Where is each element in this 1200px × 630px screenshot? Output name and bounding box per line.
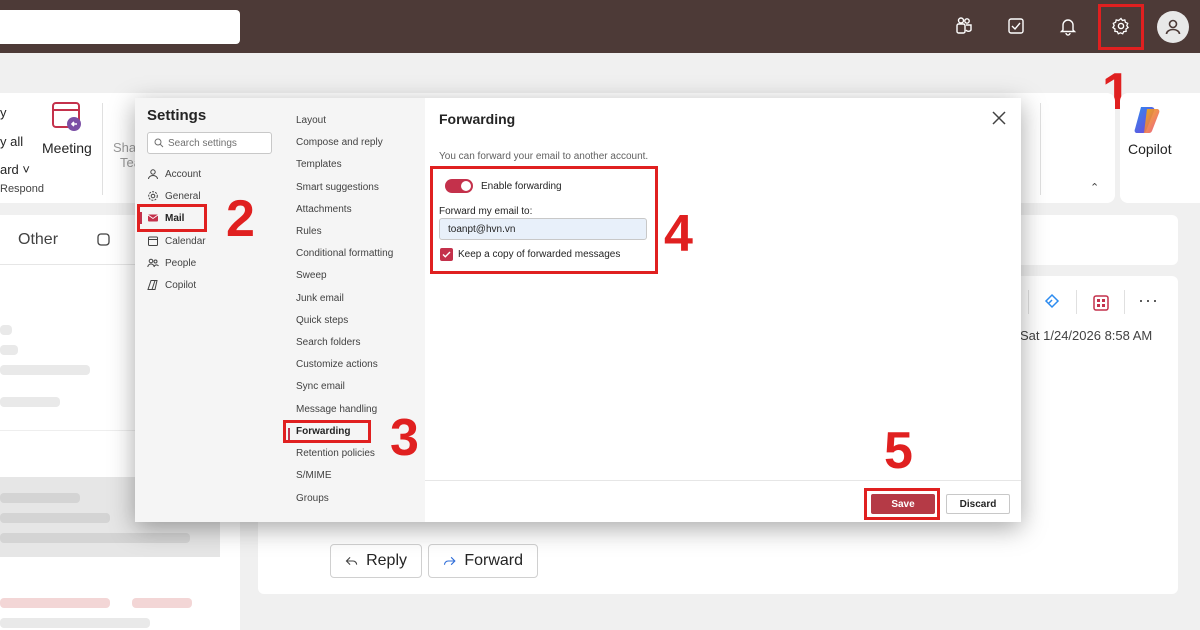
list-item bbox=[0, 493, 80, 503]
forward-icon bbox=[443, 556, 456, 566]
step-4-number: 4 bbox=[664, 205, 693, 263]
toolbar-divider bbox=[1124, 290, 1125, 314]
list-item bbox=[0, 598, 110, 608]
settings-search-placeholder: Search settings bbox=[168, 137, 237, 149]
search-icon bbox=[154, 138, 164, 148]
settings-subitem-junk-email[interactable]: Junk email bbox=[296, 293, 344, 304]
settings-subitem-compose[interactable]: Compose and reply bbox=[296, 137, 383, 148]
list-item bbox=[0, 365, 90, 375]
discard-button[interactable]: Discard bbox=[946, 494, 1010, 514]
settings-category-label: People bbox=[165, 257, 197, 269]
step-5-highlight bbox=[864, 488, 940, 520]
list-item bbox=[0, 325, 12, 335]
settings-subitem-layout[interactable]: Layout bbox=[296, 115, 326, 126]
person-icon bbox=[148, 169, 158, 180]
settings-search-input[interactable]: Search settings bbox=[147, 132, 272, 154]
calendar-icon bbox=[148, 236, 158, 246]
forward-label: Forward bbox=[464, 552, 523, 569]
reply-icon bbox=[345, 556, 358, 566]
step-5-number: 5 bbox=[884, 422, 913, 480]
copilot-icon bbox=[147, 280, 158, 290]
settings-category-label: Account bbox=[165, 168, 202, 180]
settings-subitem-attachments[interactable]: Attachments bbox=[296, 204, 352, 215]
forwarding-description: You can forward your email to another ac… bbox=[439, 151, 649, 162]
settings-subitem-conditional-formatting[interactable]: Conditional formatting bbox=[296, 248, 393, 259]
list-item bbox=[0, 513, 110, 523]
toolbar-divider bbox=[1028, 290, 1029, 314]
todo-icon[interactable] bbox=[1002, 12, 1030, 40]
step-2-highlight bbox=[137, 204, 207, 232]
meeting-icon bbox=[52, 102, 81, 131]
step-3-highlight bbox=[283, 420, 371, 443]
copilot-button[interactable]: Copilot bbox=[1128, 141, 1172, 157]
forward-button[interactable]: Forward bbox=[428, 544, 538, 578]
settings-category-account[interactable]: Account bbox=[147, 165, 201, 183]
close-icon[interactable] bbox=[990, 109, 1008, 127]
step-3-number: 3 bbox=[390, 409, 419, 467]
copilot-logo-icon bbox=[1134, 107, 1160, 133]
addins-icon[interactable] bbox=[1091, 293, 1111, 313]
settings-subitem-sync-email[interactable]: Sync email bbox=[296, 381, 345, 392]
ribbon-meeting-button[interactable]: Meeting bbox=[42, 140, 92, 156]
ribbon-group-respond: Respond bbox=[0, 183, 45, 195]
settings-subitem-customize-actions[interactable]: Customize actions bbox=[296, 359, 378, 370]
settings-title: Settings bbox=[147, 107, 207, 124]
settings-category-calendar[interactable]: Calendar bbox=[147, 232, 206, 250]
settings-subitem-rules[interactable]: Rules bbox=[296, 226, 322, 237]
settings-subitem-sweep[interactable]: Sweep bbox=[296, 270, 327, 281]
ribbon-share-partial: Sha bbox=[113, 140, 137, 155]
select-icon[interactable] bbox=[96, 232, 112, 248]
message-timestamp: Sat 1/24/2026 8:58 AM bbox=[1020, 328, 1153, 343]
settings-category-label: Calendar bbox=[165, 235, 206, 247]
reply-label: Reply bbox=[366, 552, 407, 569]
settings-subitem-smart-suggestions[interactable]: Smart suggestions bbox=[296, 182, 379, 193]
apps-icon[interactable] bbox=[1042, 293, 1062, 313]
list-item bbox=[0, 618, 150, 628]
step-1-highlight bbox=[1098, 4, 1144, 50]
ribbon-reply-all[interactable]: y all bbox=[0, 134, 23, 149]
ribbon-collapse-icon[interactable]: ⌃ bbox=[1090, 181, 1099, 194]
settings-subitem-quick-steps[interactable]: Quick steps bbox=[296, 315, 348, 326]
list-item bbox=[0, 397, 60, 407]
list-item bbox=[0, 533, 190, 543]
settings-category-copilot[interactable]: Copilot bbox=[147, 276, 196, 294]
settings-category-label: Copilot bbox=[165, 279, 197, 291]
settings-category-people[interactable]: People bbox=[147, 254, 196, 272]
ribbon-divider-right bbox=[1040, 103, 1041, 195]
step-2-number: 2 bbox=[226, 190, 255, 248]
avatar-icon[interactable] bbox=[1157, 11, 1189, 43]
forwarding-settings-panel: Forwarding You can forward your email to… bbox=[425, 98, 1021, 522]
teams-icon[interactable] bbox=[950, 12, 978, 40]
top-bar bbox=[0, 0, 1200, 53]
settings-subitem-message-handling[interactable]: Message handling bbox=[296, 404, 377, 415]
ribbon-forward[interactable]: ard ˅ bbox=[0, 162, 30, 177]
toolbar-divider bbox=[1076, 290, 1077, 314]
settings-categories-nav: Settings Search settings Account General… bbox=[135, 98, 283, 522]
bell-icon[interactable] bbox=[1054, 12, 1082, 40]
ribbon-reply-partial: y bbox=[0, 105, 7, 120]
settings-category-label: General bbox=[165, 190, 201, 202]
forwarding-heading: Forwarding bbox=[439, 111, 516, 127]
settings-subitem-templates[interactable]: Templates bbox=[296, 159, 342, 170]
settings-subitem-search-folders[interactable]: Search folders bbox=[296, 337, 360, 348]
dialog-footer-divider bbox=[425, 480, 1021, 481]
ribbon-divider bbox=[102, 103, 103, 195]
gear-icon bbox=[148, 191, 158, 201]
step-4-highlight bbox=[430, 166, 658, 274]
reply-button[interactable]: Reply bbox=[330, 544, 422, 578]
settings-subitem-retention-policies[interactable]: Retention policies bbox=[296, 448, 375, 459]
list-item bbox=[0, 345, 18, 355]
people-icon bbox=[147, 258, 159, 268]
settings-subitem-groups[interactable]: Groups bbox=[296, 493, 329, 504]
tab-other[interactable]: Other bbox=[18, 231, 58, 249]
settings-subitem-smime[interactable]: S/MIME bbox=[296, 470, 332, 481]
more-options-icon[interactable]: ··· bbox=[1138, 290, 1159, 311]
settings-category-general[interactable]: General bbox=[147, 187, 201, 205]
list-item bbox=[132, 598, 192, 608]
search-box[interactable] bbox=[0, 10, 240, 44]
